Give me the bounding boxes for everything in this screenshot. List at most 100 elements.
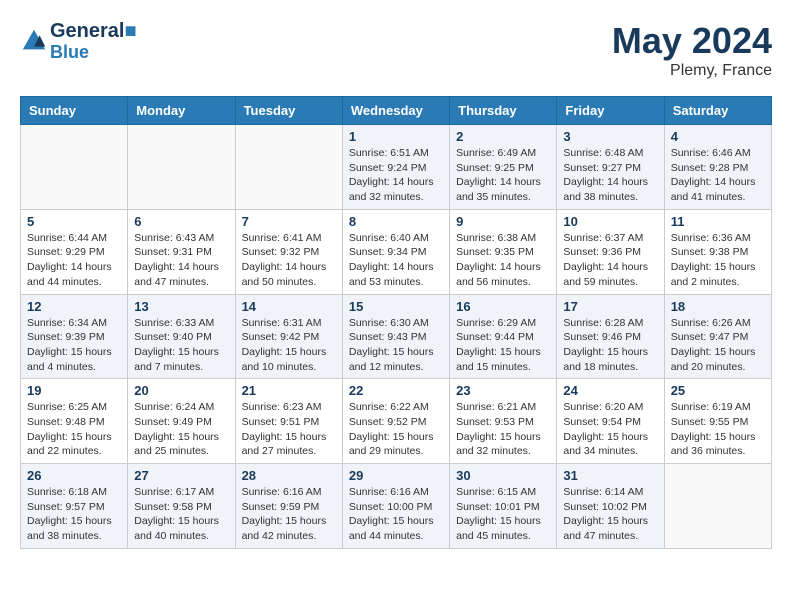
calendar-cell: 11 Sunrise: 6:36 AM Sunset: 9:38 PM Dayli…	[664, 209, 771, 294]
day-number: 18	[671, 299, 765, 314]
day-number: 7	[242, 214, 336, 229]
calendar-header-thursday: Thursday	[450, 97, 557, 125]
day-number: 17	[563, 299, 657, 314]
calendar-week-row: 12Sunrise: 6:34 AM Sunset: 9:39 PM Dayli…	[21, 294, 772, 379]
calendar-cell: 12Sunrise: 6:34 AM Sunset: 9:39 PM Dayli…	[21, 294, 128, 379]
calendar-cell	[664, 464, 771, 549]
calendar-header-wednesday: Wednesday	[342, 97, 449, 125]
day-number: 14	[242, 299, 336, 314]
day-number: 13	[134, 299, 228, 314]
day-info: Sunrise: 6:40 AM Sunset: 9:34 PM Dayligh…	[349, 231, 443, 290]
day-info: Sunrise: 6:29 AM Sunset: 9:44 PM Dayligh…	[456, 316, 550, 375]
day-number: 23	[456, 383, 550, 398]
day-info: Sunrise: 6:43 AM Sunset: 9:31 PM Dayligh…	[134, 231, 228, 290]
day-number: 1	[349, 129, 443, 144]
day-info: Sunrise: 6:49 AM Sunset: 9:25 PM Dayligh…	[456, 146, 550, 205]
calendar-cell: 15Sunrise: 6:30 AM Sunset: 9:43 PM Dayli…	[342, 294, 449, 379]
calendar-cell: 17 Sunrise: 6:28 AM Sunset: 9:46 PM Dayli…	[557, 294, 664, 379]
calendar-header-tuesday: Tuesday	[235, 97, 342, 125]
day-info: Sunrise: 6:37 AM Sunset: 9:36 PM Dayligh…	[563, 231, 657, 290]
calendar-header-friday: Friday	[557, 97, 664, 125]
calendar-cell	[21, 125, 128, 210]
calendar-cell: 8 Sunrise: 6:40 AM Sunset: 9:34 PM Daylig…	[342, 209, 449, 294]
logo-icon	[20, 27, 48, 55]
logo-text: General■ Blue	[50, 20, 137, 63]
day-number: 21	[242, 383, 336, 398]
calendar-cell: 30 Sunrise: 6:15 AM Sunset: 10:01 PM Dayl…	[450, 464, 557, 549]
day-info: Sunrise: 6:16 AM Sunset: 9:59 PM Dayligh…	[242, 485, 336, 544]
day-info: Sunrise: 6:17 AM Sunset: 9:58 PM Dayligh…	[134, 485, 228, 544]
calendar-cell: 29 Sunrise: 6:16 AM Sunset: 10:00 PM Dayl…	[342, 464, 449, 549]
day-number: 29	[349, 468, 443, 483]
day-number: 3	[563, 129, 657, 144]
calendar-cell: 7 Sunrise: 6:41 AM Sunset: 9:32 PM Daylig…	[235, 209, 342, 294]
calendar-week-row: 19Sunrise: 6:25 AM Sunset: 9:48 PM Dayli…	[21, 379, 772, 464]
day-info: Sunrise: 6:15 AM Sunset: 10:01 PM Daylig…	[456, 485, 550, 544]
header: General■ Blue May 2024 Plemy, France	[20, 20, 772, 80]
logo: General■ Blue	[20, 20, 137, 63]
calendar-cell: 1 Sunrise: 6:51 AM Sunset: 9:24 PM Daylig…	[342, 125, 449, 210]
calendar-header-saturday: Saturday	[664, 97, 771, 125]
day-number: 26	[27, 468, 121, 483]
calendar-week-row: 1 Sunrise: 6:51 AM Sunset: 9:24 PM Daylig…	[21, 125, 772, 210]
day-number: 8	[349, 214, 443, 229]
day-number: 4	[671, 129, 765, 144]
day-info: Sunrise: 6:23 AM Sunset: 9:51 PM Dayligh…	[242, 400, 336, 459]
day-number: 6	[134, 214, 228, 229]
calendar-cell: 20 Sunrise: 6:24 AM Sunset: 9:49 PM Dayli…	[128, 379, 235, 464]
calendar-cell: 22 Sunrise: 6:22 AM Sunset: 9:52 PM Dayli…	[342, 379, 449, 464]
day-number: 10	[563, 214, 657, 229]
calendar-cell: 10 Sunrise: 6:37 AM Sunset: 9:36 PM Dayli…	[557, 209, 664, 294]
day-number: 9	[456, 214, 550, 229]
day-info: Sunrise: 6:38 AM Sunset: 9:35 PM Dayligh…	[456, 231, 550, 290]
month-title: May 2024	[612, 20, 772, 62]
location: Plemy, France	[612, 62, 772, 80]
day-info: Sunrise: 6:14 AM Sunset: 10:02 PM Daylig…	[563, 485, 657, 544]
calendar-header-row: SundayMondayTuesdayWednesdayThursdayFrid…	[21, 97, 772, 125]
calendar-cell: 13 Sunrise: 6:33 AM Sunset: 9:40 PM Dayli…	[128, 294, 235, 379]
calendar-week-row: 5Sunrise: 6:44 AM Sunset: 9:29 PM Daylig…	[21, 209, 772, 294]
day-number: 30	[456, 468, 550, 483]
calendar-table: SundayMondayTuesdayWednesdayThursdayFrid…	[20, 96, 772, 549]
day-number: 22	[349, 383, 443, 398]
day-info: Sunrise: 6:51 AM Sunset: 9:24 PM Dayligh…	[349, 146, 443, 205]
calendar-cell: 23 Sunrise: 6:21 AM Sunset: 9:53 PM Dayli…	[450, 379, 557, 464]
day-number: 31	[563, 468, 657, 483]
day-info: Sunrise: 6:41 AM Sunset: 9:32 PM Dayligh…	[242, 231, 336, 290]
day-info: Sunrise: 6:33 AM Sunset: 9:40 PM Dayligh…	[134, 316, 228, 375]
calendar-cell: 21 Sunrise: 6:23 AM Sunset: 9:51 PM Dayli…	[235, 379, 342, 464]
day-number: 27	[134, 468, 228, 483]
day-info: Sunrise: 6:46 AM Sunset: 9:28 PM Dayligh…	[671, 146, 765, 205]
day-number: 20	[134, 383, 228, 398]
day-number: 11	[671, 214, 765, 229]
calendar-cell	[128, 125, 235, 210]
day-info: Sunrise: 6:21 AM Sunset: 9:53 PM Dayligh…	[456, 400, 550, 459]
day-info: Sunrise: 6:16 AM Sunset: 10:00 PM Daylig…	[349, 485, 443, 544]
calendar-cell	[235, 125, 342, 210]
calendar-cell: 26Sunrise: 6:18 AM Sunset: 9:57 PM Dayli…	[21, 464, 128, 549]
calendar-cell: 24 Sunrise: 6:20 AM Sunset: 9:54 PM Dayli…	[557, 379, 664, 464]
calendar-cell: 2 Sunrise: 6:49 AM Sunset: 9:25 PM Daylig…	[450, 125, 557, 210]
calendar-cell: 4 Sunrise: 6:46 AM Sunset: 9:28 PM Daylig…	[664, 125, 771, 210]
day-info: Sunrise: 6:44 AM Sunset: 9:29 PM Dayligh…	[27, 231, 121, 290]
calendar-cell: 16 Sunrise: 6:29 AM Sunset: 9:44 PM Dayli…	[450, 294, 557, 379]
calendar-week-row: 26Sunrise: 6:18 AM Sunset: 9:57 PM Dayli…	[21, 464, 772, 549]
day-number: 25	[671, 383, 765, 398]
day-info: Sunrise: 6:19 AM Sunset: 9:55 PM Dayligh…	[671, 400, 765, 459]
day-info: Sunrise: 6:24 AM Sunset: 9:49 PM Dayligh…	[134, 400, 228, 459]
day-info: Sunrise: 6:28 AM Sunset: 9:46 PM Dayligh…	[563, 316, 657, 375]
calendar-header-monday: Monday	[128, 97, 235, 125]
day-number: 12	[27, 299, 121, 314]
day-number: 28	[242, 468, 336, 483]
day-info: Sunrise: 6:36 AM Sunset: 9:38 PM Dayligh…	[671, 231, 765, 290]
day-info: Sunrise: 6:20 AM Sunset: 9:54 PM Dayligh…	[563, 400, 657, 459]
day-info: Sunrise: 6:26 AM Sunset: 9:47 PM Dayligh…	[671, 316, 765, 375]
calendar-cell: 19Sunrise: 6:25 AM Sunset: 9:48 PM Dayli…	[21, 379, 128, 464]
day-number: 16	[456, 299, 550, 314]
day-number: 2	[456, 129, 550, 144]
day-number: 15	[349, 299, 443, 314]
calendar-cell: 28 Sunrise: 6:16 AM Sunset: 9:59 PM Dayli…	[235, 464, 342, 549]
day-info: Sunrise: 6:22 AM Sunset: 9:52 PM Dayligh…	[349, 400, 443, 459]
day-number: 24	[563, 383, 657, 398]
calendar-cell: 6 Sunrise: 6:43 AM Sunset: 9:31 PM Daylig…	[128, 209, 235, 294]
